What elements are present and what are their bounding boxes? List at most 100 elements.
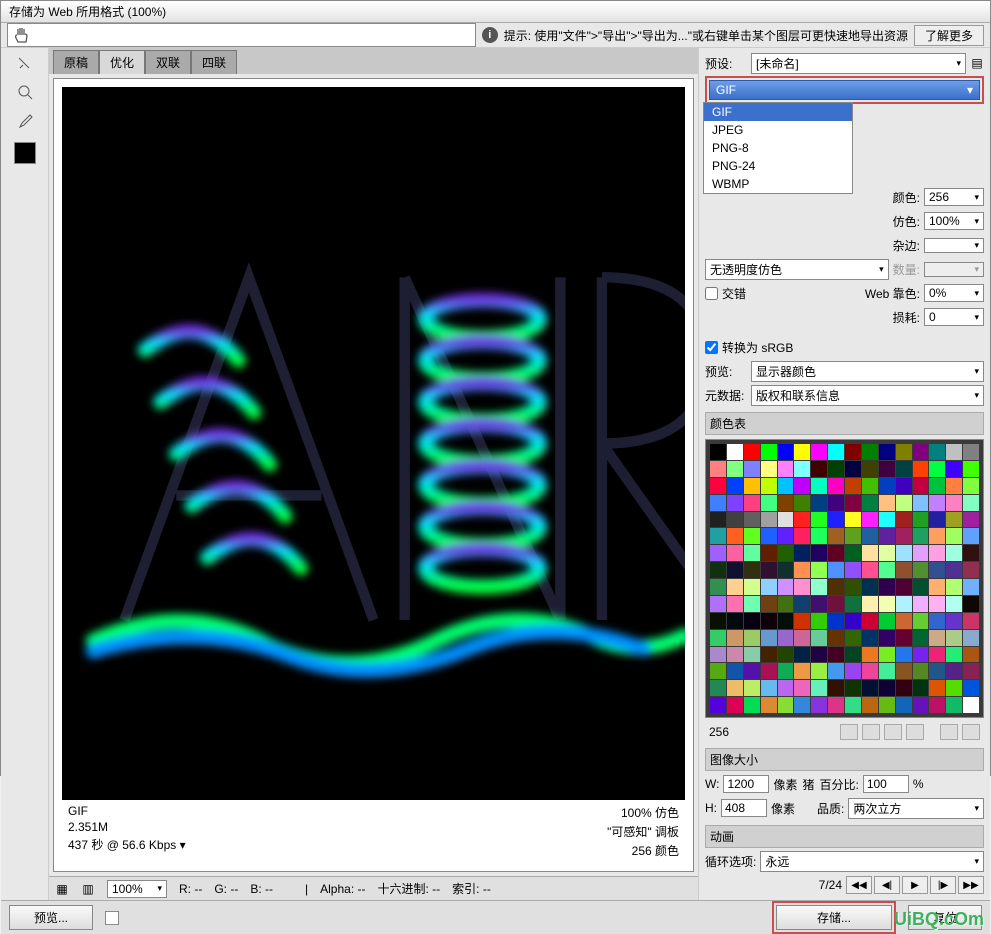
lossy-select[interactable]: 0▾ [924, 308, 984, 326]
color-swatch[interactable] [946, 461, 962, 477]
color-swatch[interactable] [828, 579, 844, 595]
color-swatch[interactable] [963, 478, 979, 494]
web-select[interactable]: 0%▾ [924, 284, 984, 302]
interlace-checkbox[interactable]: 交错 [705, 285, 746, 302]
color-swatch[interactable] [761, 512, 777, 528]
color-swatch[interactable] [946, 647, 962, 663]
color-swatch[interactable] [811, 647, 827, 663]
color-swatch[interactable] [963, 697, 979, 713]
preview-select[interactable]: 显示器颜色▾ [751, 361, 984, 382]
tab-4up[interactable]: 四联 [191, 50, 237, 74]
color-swatch[interactable] [710, 461, 726, 477]
color-swatch[interactable] [794, 579, 810, 595]
color-swatch[interactable] [879, 461, 895, 477]
color-swatch[interactable] [862, 444, 878, 460]
color-swatch[interactable] [862, 697, 878, 713]
color-swatch[interactable] [845, 478, 861, 494]
color-swatch[interactable] [794, 545, 810, 561]
nav-first-icon[interactable]: ◀◀ [846, 876, 872, 894]
srgb-checkbox[interactable]: 转换为 sRGB [705, 339, 793, 356]
ct-trash-icon[interactable] [962, 724, 980, 740]
color-swatch[interactable] [879, 579, 895, 595]
color-swatch[interactable] [929, 579, 945, 595]
color-swatch[interactable] [811, 663, 827, 679]
color-swatch[interactable] [727, 647, 743, 663]
color-swatch[interactable] [946, 562, 962, 578]
color-swatch[interactable] [946, 680, 962, 696]
color-swatch[interactable] [828, 630, 844, 646]
zoom-tool-icon[interactable] [11, 80, 39, 104]
color-swatch[interactable] [879, 647, 895, 663]
color-swatch[interactable] [761, 630, 777, 646]
color-swatch[interactable] [862, 478, 878, 494]
color-swatch[interactable] [710, 528, 726, 544]
color-swatch[interactable] [963, 461, 979, 477]
color-swatch[interactable] [963, 663, 979, 679]
color-swatch[interactable] [896, 647, 912, 663]
color-swatch[interactable] [929, 663, 945, 679]
color-swatch[interactable] [727, 697, 743, 713]
color-swatch[interactable] [794, 528, 810, 544]
ct-icon-2[interactable] [862, 724, 880, 740]
color-swatch[interactable] [778, 528, 794, 544]
color-swatch[interactable] [862, 579, 878, 595]
color-swatch[interactable] [963, 613, 979, 629]
color-swatch[interactable] [794, 596, 810, 612]
color-swatch[interactable] [744, 579, 760, 595]
color-swatch[interactable] [710, 663, 726, 679]
format-option-gif[interactable]: GIF [704, 103, 852, 121]
color-swatch[interactable] [879, 512, 895, 528]
color-swatch[interactable] [710, 444, 726, 460]
color-swatch[interactable] [828, 528, 844, 544]
browser-icon[interactable] [105, 911, 119, 925]
color-swatch[interactable] [845, 562, 861, 578]
format-option-png24[interactable]: PNG-24 [704, 157, 852, 175]
color-swatch[interactable] [862, 528, 878, 544]
color-swatch[interactable] [913, 697, 929, 713]
percent-field[interactable] [863, 775, 909, 793]
color-swatch[interactable] [913, 562, 929, 578]
colors-select[interactable]: 256▾ [924, 188, 984, 206]
color-swatch[interactable] [963, 680, 979, 696]
color-swatch[interactable] [862, 630, 878, 646]
color-swatch[interactable] [845, 630, 861, 646]
color-swatch[interactable] [811, 512, 827, 528]
color-swatch[interactable] [828, 495, 844, 511]
color-swatch[interactable] [946, 663, 962, 679]
color-swatch[interactable] [963, 630, 979, 646]
color-swatch[interactable] [828, 697, 844, 713]
color-swatch[interactable] [913, 596, 929, 612]
color-swatch[interactable] [727, 461, 743, 477]
color-swatch[interactable] [963, 579, 979, 595]
color-swatch[interactable] [828, 545, 844, 561]
color-swatch[interactable] [913, 647, 929, 663]
color-swatch[interactable] [744, 613, 760, 629]
color-swatch[interactable] [946, 495, 962, 511]
color-swatch[interactable] [744, 680, 760, 696]
color-swatch[interactable] [946, 478, 962, 494]
color-swatch[interactable] [710, 630, 726, 646]
color-swatch[interactable] [744, 512, 760, 528]
color-swatch[interactable] [761, 478, 777, 494]
color-swatch[interactable] [879, 680, 895, 696]
color-swatch[interactable] [929, 478, 945, 494]
color-swatch[interactable] [778, 495, 794, 511]
color-swatch[interactable] [727, 680, 743, 696]
color-swatch[interactable] [778, 613, 794, 629]
color-swatch[interactable] [896, 613, 912, 629]
color-swatch[interactable] [744, 697, 760, 713]
color-swatch[interactable] [845, 528, 861, 544]
color-swatch[interactable] [727, 613, 743, 629]
color-swatch[interactable] [862, 512, 878, 528]
color-swatch[interactable] [946, 444, 962, 460]
color-swatch[interactable] [778, 579, 794, 595]
color-swatch[interactable] [794, 495, 810, 511]
color-swatch[interactable] [744, 562, 760, 578]
color-swatch[interactable] [828, 444, 844, 460]
color-swatch[interactable] [896, 697, 912, 713]
preview-canvas[interactable] [62, 87, 685, 800]
format-select[interactable]: GIF▾ [709, 80, 980, 100]
color-swatch[interactable] [744, 630, 760, 646]
color-swatch[interactable] [929, 596, 945, 612]
color-swatch[interactable] [710, 596, 726, 612]
